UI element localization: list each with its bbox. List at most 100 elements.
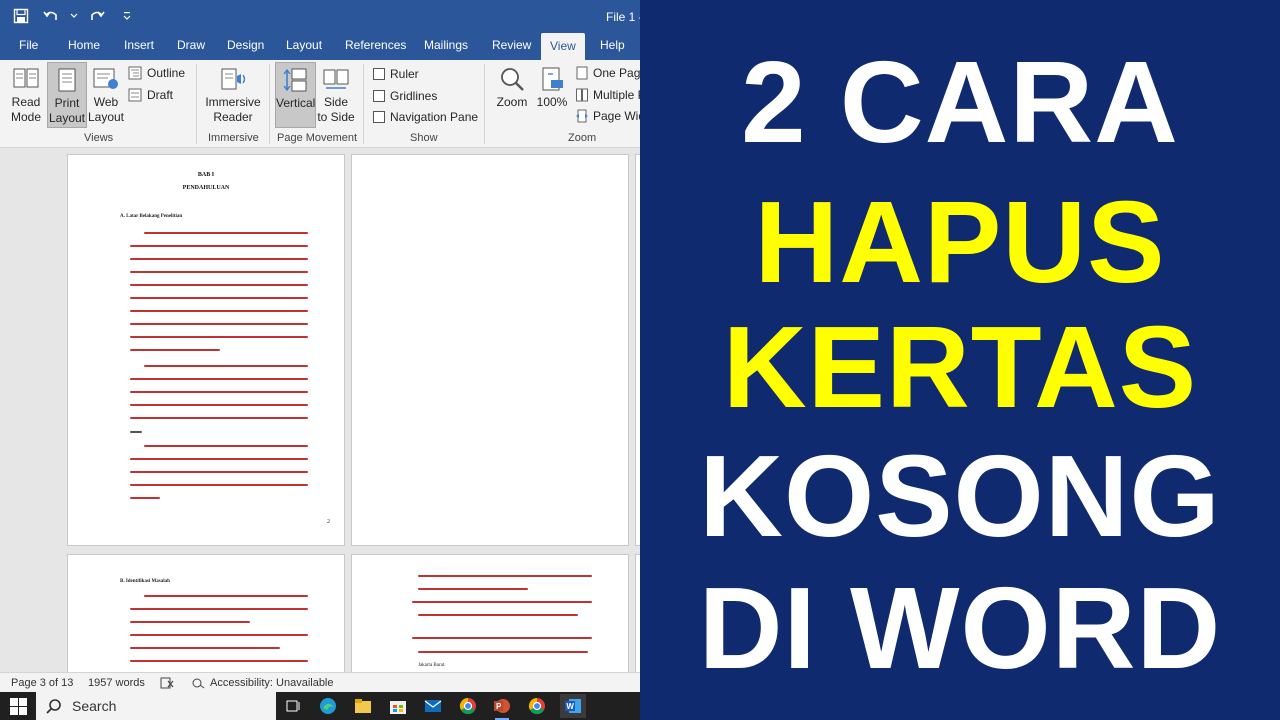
- text-line: [130, 458, 308, 460]
- gridlines-label: Gridlines: [390, 89, 438, 103]
- draft-icon: [128, 88, 142, 102]
- print-layout-label-1: Print: [54, 96, 80, 110]
- ruler-checkbox[interactable]: Ruler: [373, 67, 419, 81]
- document-area[interactable]: BAB I PENDAHULUAN A. Latar Belakang Pene…: [0, 148, 640, 672]
- page-number-label: 2: [327, 519, 330, 525]
- page-count[interactable]: Page 3 of 13: [11, 677, 73, 689]
- page-movement-group-label: Page Movement: [277, 132, 358, 144]
- zoom-button[interactable]: Zoom: [492, 62, 532, 128]
- text-line: [130, 297, 308, 299]
- text-line: [130, 349, 220, 351]
- word-app-icon[interactable]: W: [560, 694, 586, 718]
- gridlines-check[interactable]: [373, 90, 385, 102]
- customize-qat-icon[interactable]: [116, 6, 138, 26]
- print-layout-label-2: Layout: [48, 111, 86, 125]
- gridlines-checkbox[interactable]: Gridlines: [373, 89, 437, 103]
- text-line: [130, 378, 308, 380]
- windows-taskbar: Search P W: [0, 692, 640, 720]
- multiple-pages-button[interactable]: Multiple P: [576, 88, 640, 102]
- chapter-title: PENDAHULUAN: [182, 185, 230, 191]
- tab-layout[interactable]: Layout: [286, 38, 322, 52]
- text-line: [130, 484, 308, 486]
- zoom-label: Zoom: [496, 95, 528, 109]
- text-line: [130, 391, 308, 393]
- one-page-label: One Page: [593, 66, 640, 80]
- immersive-reader-icon: [221, 68, 246, 90]
- document-page-1[interactable]: BAB I PENDAHULUAN A. Latar Belakang Pene…: [67, 154, 345, 546]
- tab-file[interactable]: File: [19, 38, 38, 52]
- text-line: [130, 271, 308, 273]
- text-line: [418, 588, 528, 590]
- accessibility-status[interactable]: Accessibility: Unavailable: [192, 677, 334, 689]
- status-bar: Page 3 of 13 1957 words Accessibility: U…: [0, 672, 640, 692]
- tab-mailings[interactable]: Mailings: [424, 38, 468, 52]
- quick-access-toolbar: [10, 6, 138, 26]
- tab-view[interactable]: View: [541, 33, 585, 60]
- text-line: [130, 471, 308, 473]
- side-to-side-button[interactable]: Side to Side: [317, 62, 355, 128]
- tab-help[interactable]: Help: [600, 38, 625, 52]
- zoom-100-icon: [542, 67, 563, 91]
- title-bar: File 1 -: [0, 0, 640, 33]
- read-mode-button[interactable]: Read Mode: [6, 62, 46, 128]
- vertical-label: Vertical: [276, 96, 316, 110]
- word-count[interactable]: 1957 words: [88, 677, 145, 689]
- task-view-icon[interactable]: [283, 696, 303, 716]
- vertical-button[interactable]: Vertical: [275, 62, 316, 128]
- navigation-pane-check[interactable]: [373, 111, 385, 123]
- page-width-button[interactable]: Page Widt: [576, 109, 640, 123]
- one-page-button[interactable]: One Page: [576, 66, 640, 80]
- text-line: [130, 660, 308, 662]
- blank-document-page[interactable]: [351, 154, 629, 546]
- accessibility-icon: [192, 678, 205, 689]
- ribbon-tabs: File Home Insert Draw Design Layout Refe…: [0, 33, 640, 60]
- zoom-group-label: Zoom: [568, 132, 597, 144]
- undo-icon[interactable]: [40, 6, 62, 26]
- tab-references[interactable]: References: [345, 38, 406, 52]
- proofing-icon[interactable]: [160, 677, 174, 689]
- read-mode-icon: [13, 68, 39, 88]
- vertical-scroll-icon: [282, 68, 306, 92]
- save-icon[interactable]: [10, 6, 32, 26]
- text-line: [144, 595, 308, 597]
- immersive-group-label: Immersive: [208, 132, 259, 144]
- print-layout-button[interactable]: Print Layout: [47, 62, 87, 128]
- group-separator: [196, 64, 197, 144]
- ruler-check[interactable]: [373, 68, 385, 80]
- text-line: [130, 431, 142, 433]
- chrome-profile-icon[interactable]: [527, 696, 547, 716]
- navigation-pane-checkbox[interactable]: Navigation Pane: [373, 110, 478, 124]
- taskbar-search[interactable]: Search: [36, 692, 276, 720]
- group-separator: [269, 64, 270, 144]
- redo-icon[interactable]: [86, 6, 108, 26]
- powerpoint-icon[interactable]: P: [492, 696, 512, 720]
- text-line: [418, 614, 578, 616]
- document-title: File 1 -: [606, 10, 640, 24]
- zoom-100-button[interactable]: 100%: [534, 62, 570, 128]
- draft-button[interactable]: Draft: [128, 88, 173, 102]
- web-layout-icon: [93, 68, 118, 89]
- web-layout-button[interactable]: Web Layout: [87, 62, 125, 128]
- tab-home[interactable]: Home: [68, 38, 100, 52]
- document-page-3[interactable]: B. Identifikasi Masalah: [67, 554, 345, 672]
- tab-design[interactable]: Design: [227, 38, 264, 52]
- text-line: [130, 621, 250, 623]
- edge-browser-icon[interactable]: [318, 696, 338, 716]
- chrome-icon[interactable]: [458, 696, 478, 716]
- microsoft-store-icon[interactable]: [388, 696, 408, 716]
- section-heading: B. Identifikasi Masalah: [120, 579, 170, 584]
- tab-draw[interactable]: Draw: [177, 38, 205, 52]
- headline-line-5: DI WORD: [698, 563, 1222, 693]
- undo-dropdown-icon[interactable]: [70, 6, 78, 26]
- windows-start-icon[interactable]: [6, 696, 30, 716]
- ribbon-view: Read Mode Print Layout Web Layout Outlin…: [0, 60, 640, 148]
- text-line: [130, 608, 308, 610]
- read-mode-label-1: Read: [11, 95, 41, 109]
- immersive-reader-button[interactable]: Immersive Reader: [203, 62, 263, 128]
- document-page-4[interactable]: Jakarta Barat.: [351, 554, 629, 672]
- outline-button[interactable]: Outline: [128, 66, 185, 80]
- tab-review[interactable]: Review: [492, 38, 531, 52]
- mail-icon[interactable]: [423, 696, 443, 716]
- file-explorer-icon[interactable]: [353, 696, 373, 716]
- tab-insert[interactable]: Insert: [124, 38, 154, 52]
